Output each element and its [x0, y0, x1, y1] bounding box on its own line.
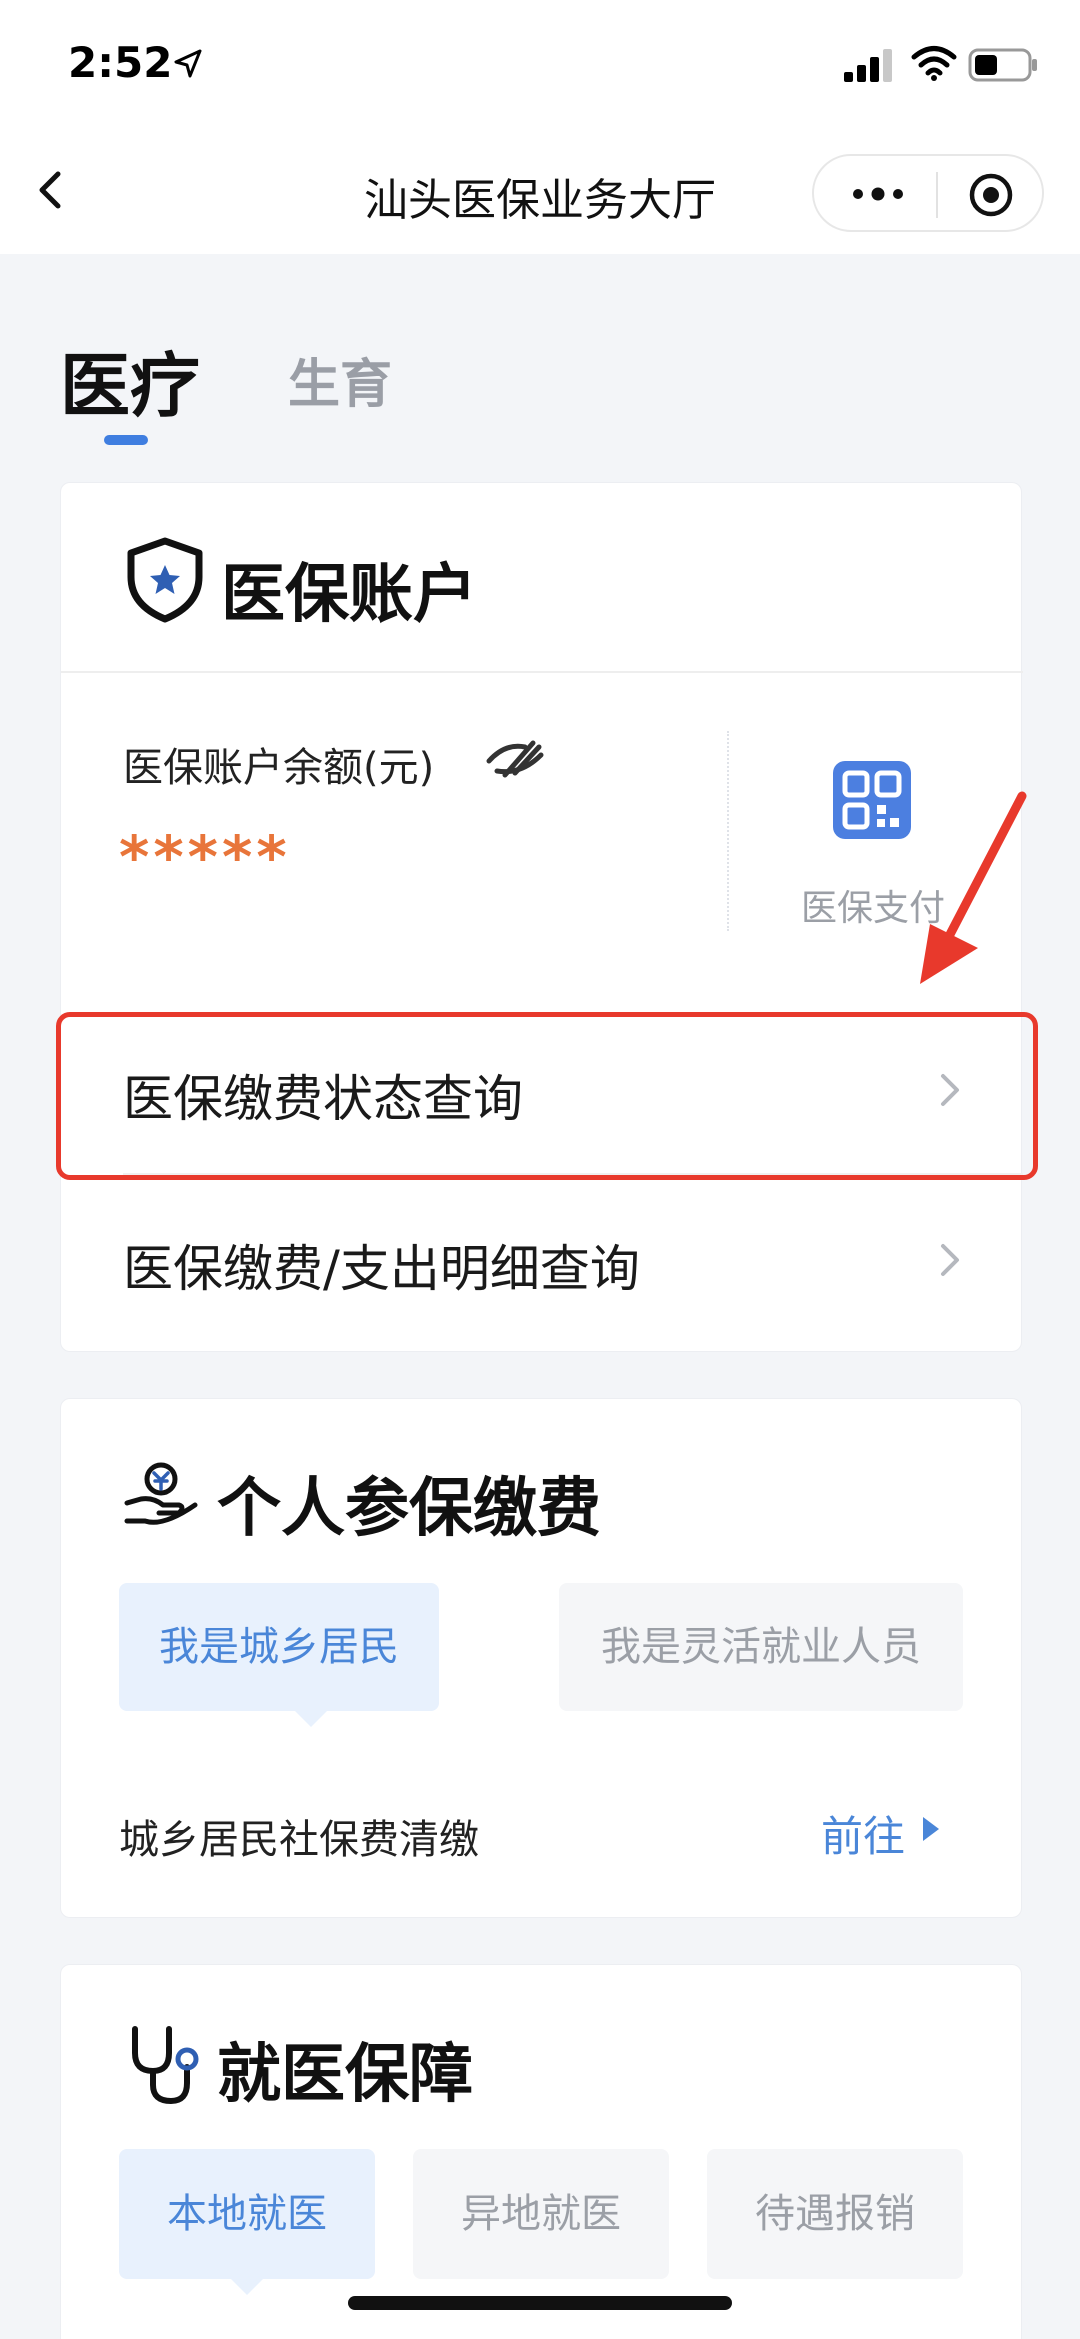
- balance-label: 医保账户余额(元): [123, 745, 435, 791]
- chevron-right-icon: [941, 1244, 959, 1276]
- play-triangle-icon[interactable]: [919, 1813, 943, 1845]
- resident-fee-label: 城乡居民社保费清缴: [119, 1817, 479, 1863]
- nav-bar: 汕头医保业务大厅: [0, 130, 1080, 254]
- payment-status-query-row[interactable]: 医保缴费状态查询: [61, 1013, 1023, 1163]
- option-urban-rural-resident[interactable]: 我是城乡居民: [119, 1583, 439, 1711]
- qr-pay-label[interactable]: 医保支付: [801, 879, 945, 931]
- selected-option-pointer: [295, 1711, 327, 1727]
- personal-payment-card: 个人参保缴费 我是城乡居民 我是灵活就业人员 城乡居民社保费清缴 前往: [60, 1398, 1022, 1918]
- row-label: 医保缴费/支出明细查询: [123, 1240, 640, 1298]
- card-divider: [61, 671, 1023, 673]
- balance-value: *****: [119, 823, 291, 891]
- option-remote-medical[interactable]: 异地就医: [413, 2149, 669, 2279]
- goto-link[interactable]: 前往: [821, 1803, 905, 1864]
- chevron-right-icon: [941, 1074, 959, 1106]
- payment-detail-query-row[interactable]: 医保缴费/支出明细查询: [61, 1183, 1023, 1333]
- row-divider: [123, 1173, 1023, 1175]
- wifi-icon: [911, 46, 957, 81]
- status-bar: 2:52: [0, 0, 1080, 130]
- mini-program-capsule: [812, 154, 1044, 232]
- home-indicator: [348, 2296, 732, 2310]
- close-target-icon[interactable]: [966, 170, 1016, 220]
- option-local-medical[interactable]: 本地就医: [119, 2149, 375, 2279]
- eye-hidden-icon[interactable]: [485, 739, 547, 779]
- battery-icon: [968, 48, 1037, 82]
- location-arrow-icon: [174, 49, 202, 78]
- active-tab-indicator: [104, 435, 148, 445]
- stethoscope-icon: [132, 2026, 199, 2105]
- row-label: 医保缴费状态查询: [123, 1070, 523, 1128]
- dotted-divider: [727, 731, 729, 931]
- tab-birth[interactable]: 生育: [288, 342, 392, 417]
- screen: 2:52 汕头医保业务大厅 医疗 生育 医保账户 医保账户余额(元) *****…: [0, 0, 1080, 2339]
- account-card: 医保账户 医保账户余额(元) ***** 医保支付 医保缴费状态查询 医保缴费/…: [60, 482, 1023, 1352]
- tab-medical[interactable]: 医疗: [60, 330, 200, 431]
- option-flexible-employee[interactable]: 我是灵活就业人员: [559, 1583, 963, 1711]
- more-dots-icon[interactable]: [848, 176, 908, 212]
- personal-payment-title: 个人参保缴费: [217, 1472, 601, 1546]
- shield-star-icon: [127, 537, 203, 623]
- capsule-divider: [936, 172, 938, 218]
- account-card-title: 医保账户: [221, 558, 477, 632]
- cellular-signal-icon: [844, 49, 892, 82]
- qr-code-icon[interactable]: [833, 761, 911, 839]
- status-time: 2:52: [68, 38, 173, 87]
- hand-payment-icon: [124, 1462, 198, 1525]
- medical-care-card: 就医保障 本地就医 异地就医 待遇报销: [60, 1964, 1022, 2339]
- option-reimbursement[interactable]: 待遇报销: [707, 2149, 963, 2279]
- medical-care-title: 就医保障: [217, 2038, 473, 2112]
- selected-option-pointer: [231, 2279, 263, 2295]
